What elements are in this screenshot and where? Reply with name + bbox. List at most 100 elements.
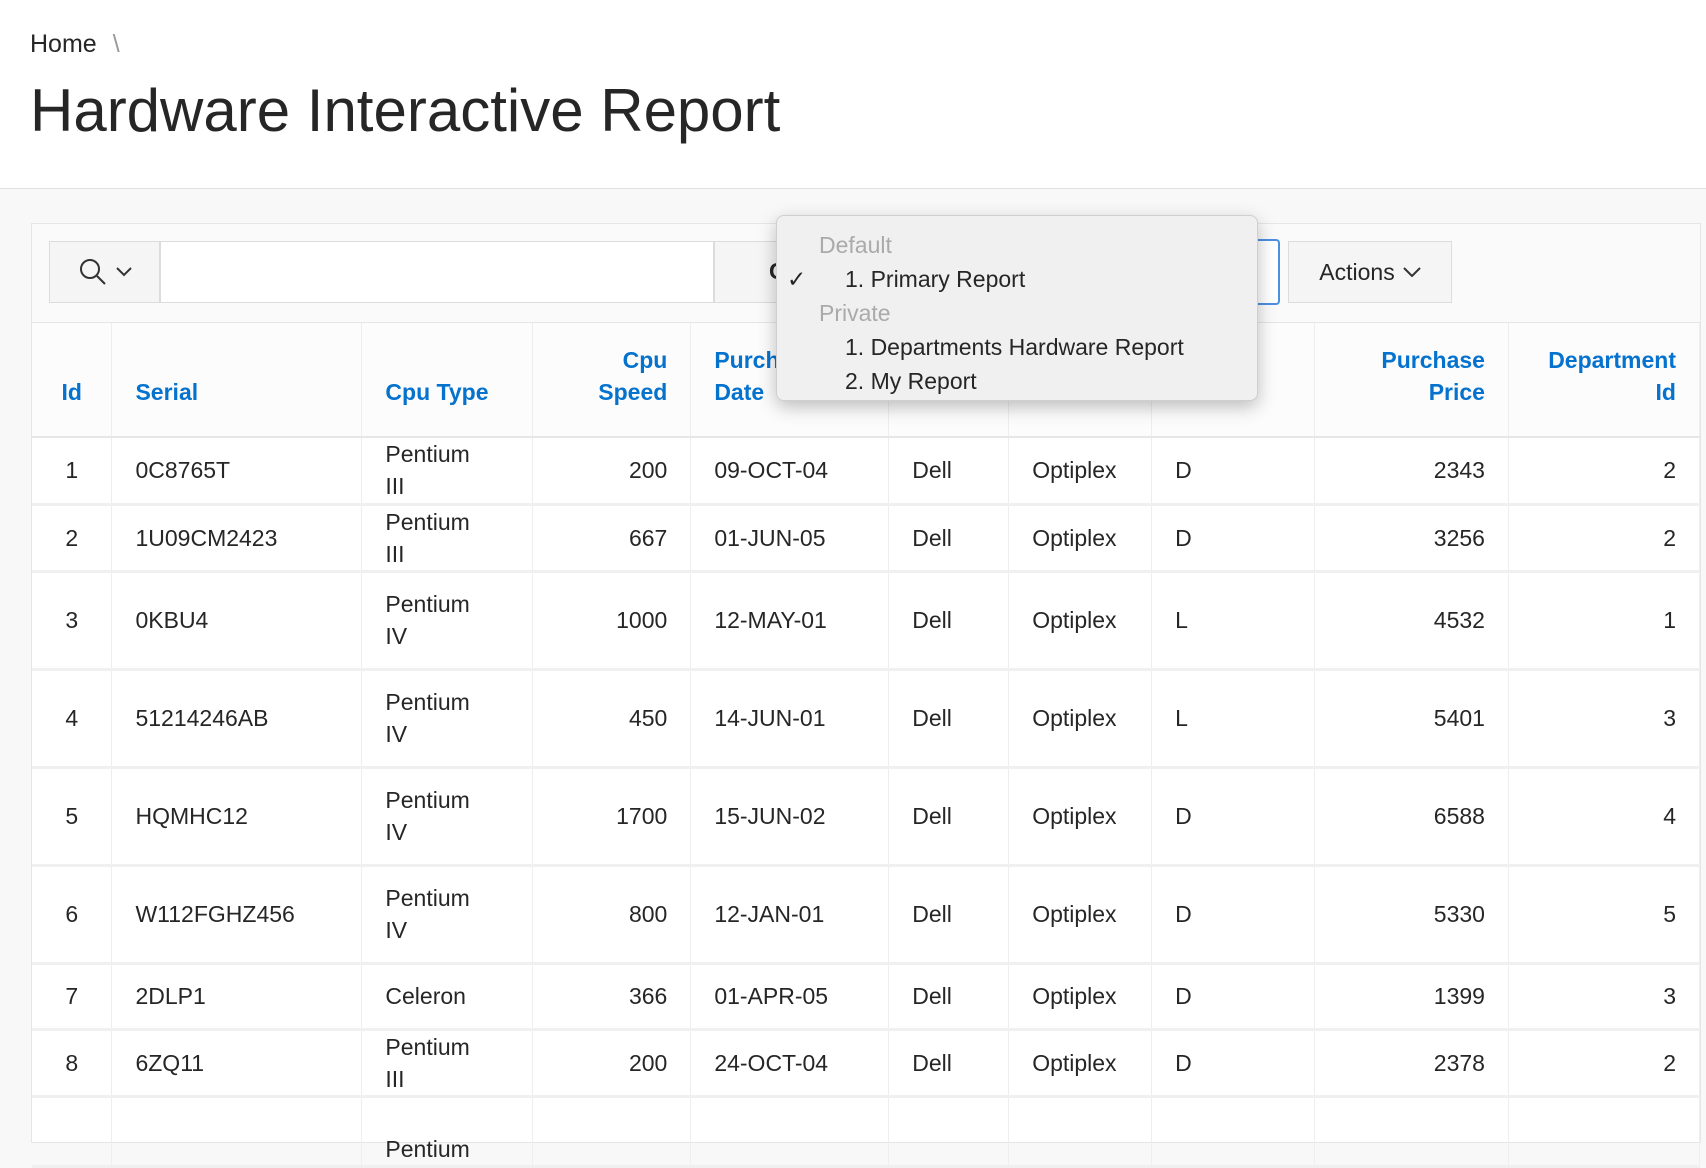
column-header[interactable]: Cpu Type: [361, 323, 534, 438]
breadcrumb: Home \: [30, 30, 120, 59]
table-cell: Dell: [888, 1029, 1010, 1098]
table-cell: [888, 1096, 1010, 1168]
table-cell: 3: [1508, 669, 1701, 769]
column-header[interactable]: Serial: [111, 323, 363, 438]
table-cell: Pentium III: [361, 504, 534, 573]
table-cell: 2378: [1314, 1029, 1509, 1098]
table-cell: 1399: [1314, 963, 1509, 1031]
table-row: Pentium: [32, 1096, 1701, 1168]
table-cell: [1151, 1096, 1316, 1168]
table-cell: [1508, 1096, 1701, 1168]
table-cell: 15-JUN-02: [690, 767, 890, 867]
table-cell: Pentium IV: [361, 865, 534, 965]
table-cell: 1000: [532, 571, 692, 671]
table-cell: Optiplex: [1008, 767, 1153, 867]
table-cell: 200: [532, 437, 692, 506]
table-cell: 5: [1508, 865, 1701, 965]
table-cell: Optiplex: [1008, 1029, 1153, 1098]
table-cell: D: [1151, 963, 1316, 1031]
table-cell: Optiplex: [1008, 963, 1153, 1031]
table-cell: Dell: [888, 571, 1010, 671]
table-cell: 6ZQ11: [111, 1029, 363, 1098]
table-cell: Pentium III: [361, 437, 534, 506]
actions-button[interactable]: Actions: [1288, 241, 1452, 303]
column-header[interactable]: Cpu Speed: [532, 323, 692, 438]
table-row: 5 HQMHC12 Pentium IV 1700 15-JUN-02 Dell Optip…: [32, 767, 1701, 867]
saved-reports-dropdown: Default ✓ 1. Primary Report Private 1. De…: [776, 215, 1258, 401]
table-cell: D: [1151, 767, 1316, 867]
table-row: 1 0C8765T Pentium III 200 09-OCT-04 Dell Optip…: [32, 437, 1701, 506]
table-cell: 5: [32, 767, 113, 867]
table-cell: D: [1151, 437, 1316, 506]
table-cell: 2: [1508, 437, 1701, 506]
table-cell: 5401: [1314, 669, 1509, 769]
table-cell: L: [1151, 571, 1316, 671]
table-cell: [111, 1096, 363, 1168]
table-cell: 3: [1508, 963, 1701, 1031]
table-cell: W112FGHZ456: [111, 865, 363, 965]
breadcrumb-home[interactable]: Home: [30, 30, 97, 58]
menu-group-default: Default: [819, 232, 892, 258]
menu-item-primary-report[interactable]: ✓ 1. Primary Report: [777, 262, 1257, 296]
table-cell: [532, 1096, 692, 1168]
table-cell: 3: [32, 571, 113, 671]
table-cell: Dell: [888, 504, 1010, 573]
table-cell: Optiplex: [1008, 571, 1153, 671]
chevron-down-icon: [1403, 267, 1421, 277]
menu-item-departments-hardware-report[interactable]: 1. Departments Hardware Report: [777, 330, 1257, 364]
column-header[interactable]: Id: [32, 323, 113, 438]
table-cell: Optiplex: [1008, 669, 1153, 769]
menu-group-private: Private: [819, 300, 891, 326]
chevron-down-icon: [115, 267, 132, 277]
menu-item-label: 1. Primary Report: [845, 266, 1026, 292]
table-cell: Optiplex: [1008, 437, 1153, 506]
table-cell: [32, 1096, 113, 1168]
table-cell: Dell: [888, 767, 1010, 867]
table-cell: Pentium IV: [361, 669, 534, 769]
table-cell: 2343: [1314, 437, 1509, 506]
table-cell: 4532: [1314, 571, 1509, 671]
table-cell: [690, 1096, 890, 1168]
table-cell: D: [1151, 1029, 1316, 1098]
table-cell: 7: [32, 963, 113, 1031]
column-header[interactable]: Purchase Price: [1314, 323, 1509, 438]
table-cell: 667: [532, 504, 692, 573]
table-cell: 09-OCT-04: [690, 437, 890, 506]
table-cell: 01-JUN-05: [690, 504, 890, 573]
table-row: 8 6ZQ11 Pentium III 200 24-OCT-04 Dell Optiple…: [32, 1029, 1701, 1098]
table-row: 2 1U09CM2423 Pentium III 667 01-JUN-05 Dell Op…: [32, 504, 1701, 573]
table-row: 4 51214246AB Pentium IV 450 14-JUN-01 Dell Opt…: [32, 669, 1701, 769]
table-cell: HQMHC12: [111, 767, 363, 867]
table-cell: 0C8765T: [111, 437, 363, 506]
table-cell: 51214246AB: [111, 669, 363, 769]
breadcrumb-separator: \: [112, 30, 120, 58]
table-cell: 4: [1508, 767, 1701, 867]
table-cell: L: [1151, 669, 1316, 769]
table-cell: 6: [32, 865, 113, 965]
menu-item-my-report[interactable]: 2. My Report: [777, 364, 1257, 398]
table-cell: 1: [1508, 571, 1701, 671]
search-column-button[interactable]: [49, 241, 160, 303]
table-cell: 3256: [1314, 504, 1509, 573]
table-cell: Dell: [888, 669, 1010, 769]
table-cell: 2: [1508, 1029, 1701, 1098]
table-cell: 800: [532, 865, 692, 965]
table-cell: D: [1151, 865, 1316, 965]
actions-label: Actions: [1319, 258, 1395, 285]
search-input[interactable]: [160, 241, 714, 303]
table-cell: D: [1151, 504, 1316, 573]
report-table: Id Serial Cpu Type Cpu Speed Purchase Date Pu…: [32, 323, 1701, 1168]
table-cell: 1: [32, 437, 113, 506]
column-header[interactable]: Department Id: [1508, 323, 1701, 438]
table-cell: 5330: [1314, 865, 1509, 965]
search-icon: [79, 259, 106, 285]
table-cell: Dell: [888, 963, 1010, 1031]
page-header: Home \ Hardware Interactive Report: [0, 0, 1706, 189]
table-cell: 2: [1508, 504, 1701, 573]
table-row: 7 2DLP1 Celeron 366 01-APR-05 Dell Optiplex D 13…: [32, 963, 1701, 1031]
table-cell: Pentium III: [361, 1029, 534, 1098]
table-cell: 24-OCT-04: [690, 1029, 890, 1098]
table-cell: 200: [532, 1029, 692, 1098]
table-body: 1 0C8765T Pentium III 200 09-OCT-04 Dell Optip…: [32, 437, 1701, 1168]
table-cell: 8: [32, 1029, 113, 1098]
